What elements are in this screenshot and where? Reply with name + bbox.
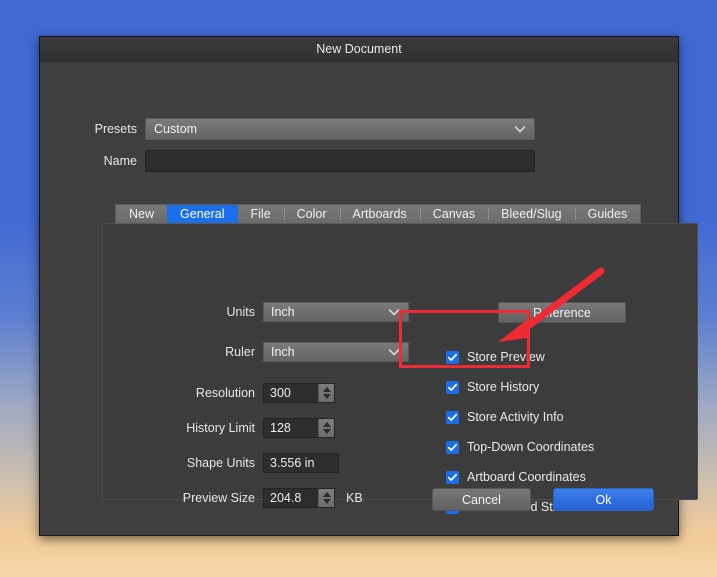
- tab-canvas[interactable]: Canvas: [419, 205, 489, 223]
- presets-select[interactable]: Custom: [145, 118, 535, 140]
- checkbox-row-store-history[interactable]: Store History: [446, 372, 594, 402]
- resolution-row: Resolution 300: [103, 383, 335, 403]
- chevron-down-icon: [388, 306, 400, 317]
- checkmark-icon[interactable]: [446, 410, 459, 424]
- dialog-body: Presets Custom Name New General File Col…: [40, 62, 698, 535]
- tab-artboards[interactable]: Artboards: [339, 205, 420, 223]
- checkbox-label-store-activity-info: Store Activity Info: [467, 410, 564, 424]
- units-value: Inch: [271, 305, 295, 319]
- general-settings-panel: Units Inch Ruler Inch Resolution 300 His…: [102, 223, 698, 514]
- resolution-label: Resolution: [195, 386, 255, 400]
- preview-size-stepper[interactable]: 204.8: [263, 488, 335, 508]
- checkbox-label-artboard-coordinates: Artboard Coordinates: [467, 470, 586, 484]
- dialog-title: New Document: [316, 42, 402, 56]
- checkmark-icon[interactable]: [446, 350, 459, 364]
- settings-tabbar: New General File Color Artboards Canvas …: [115, 204, 642, 224]
- checkbox-label-store-history: Store History: [467, 380, 540, 394]
- ruler-row: Ruler Inch: [103, 342, 409, 362]
- history-limit-stepper[interactable]: 128: [263, 418, 335, 438]
- preview-size-unit: KB: [346, 491, 363, 505]
- ok-button[interactable]: Ok: [553, 488, 654, 511]
- units-select[interactable]: Inch: [263, 302, 409, 322]
- ruler-label: Ruler: [225, 345, 255, 359]
- shape-units-value: 3.556 in: [270, 456, 315, 470]
- ruler-value: Inch: [271, 345, 295, 359]
- preview-size-row: Preview Size 204.8 KB: [103, 488, 363, 508]
- checkbox-label-store-preview: Store Preview: [467, 350, 545, 364]
- stepper-down-icon[interactable]: [322, 429, 331, 434]
- checkbox-label-top-down-coordinates: Top-Down Coordinates: [467, 440, 595, 454]
- dialog-footer: Cancel Ok: [432, 488, 654, 511]
- ruler-select[interactable]: Inch: [263, 342, 409, 362]
- reference-button[interactable]: Reference: [498, 302, 626, 323]
- stepper-up-icon[interactable]: [322, 387, 331, 392]
- resolution-stepper-buttons[interactable]: [318, 384, 334, 402]
- checkbox-row-store-preview[interactable]: Store Preview: [446, 342, 594, 372]
- presets-row: Presets Custom: [40, 118, 535, 140]
- resolution-stepper[interactable]: 300: [263, 383, 335, 403]
- units-row: Units Inch: [103, 302, 409, 322]
- stepper-up-icon[interactable]: [322, 492, 331, 497]
- tab-bleed-slug[interactable]: Bleed/Slug: [488, 205, 575, 223]
- shape-units-field[interactable]: 3.556 in: [263, 453, 339, 473]
- dialog-titlebar: New Document: [40, 37, 678, 62]
- checkmark-icon[interactable]: [446, 380, 459, 394]
- checkbox-row-top-down-coordinates[interactable]: Top-Down Coordinates: [446, 432, 594, 462]
- tab-general[interactable]: General: [167, 205, 238, 223]
- tab-guides[interactable]: Guides: [574, 205, 641, 223]
- checkmark-icon[interactable]: [446, 440, 459, 454]
- name-label: Name: [103, 154, 137, 168]
- presets-label: Presets: [94, 122, 137, 136]
- preview-size-value: 204.8: [270, 491, 302, 505]
- tab-color[interactable]: Color: [283, 205, 340, 223]
- stepper-down-icon[interactable]: [322, 394, 331, 399]
- cancel-button[interactable]: Cancel: [432, 488, 531, 511]
- checkmark-icon[interactable]: [446, 470, 459, 484]
- chevron-down-icon: [514, 123, 526, 134]
- resolution-value: 300: [270, 386, 291, 400]
- tab-file[interactable]: File: [237, 205, 284, 223]
- shape-units-row: Shape Units 3.556 in: [103, 453, 339, 473]
- chevron-down-icon: [388, 346, 400, 357]
- history-limit-stepper-buttons[interactable]: [318, 419, 334, 437]
- preview-size-stepper-buttons[interactable]: [318, 489, 334, 507]
- shape-units-label: Shape Units: [186, 456, 255, 470]
- history-limit-row: History Limit 128: [103, 418, 335, 438]
- name-row: Name: [40, 150, 535, 172]
- history-limit-value: 128: [270, 421, 291, 435]
- history-limit-label: History Limit: [186, 421, 255, 435]
- presets-value: Custom: [154, 122, 198, 136]
- stepper-up-icon[interactable]: [322, 422, 331, 427]
- stepper-down-icon[interactable]: [322, 499, 331, 504]
- preview-size-label: Preview Size: [182, 491, 255, 505]
- new-document-dialog: New Document Presets Custom Name New Gen…: [39, 36, 698, 536]
- tab-new[interactable]: New: [116, 205, 168, 223]
- checkbox-row-store-activity-info[interactable]: Store Activity Info: [446, 402, 594, 432]
- name-input[interactable]: [145, 150, 535, 172]
- units-label: Units: [226, 305, 255, 319]
